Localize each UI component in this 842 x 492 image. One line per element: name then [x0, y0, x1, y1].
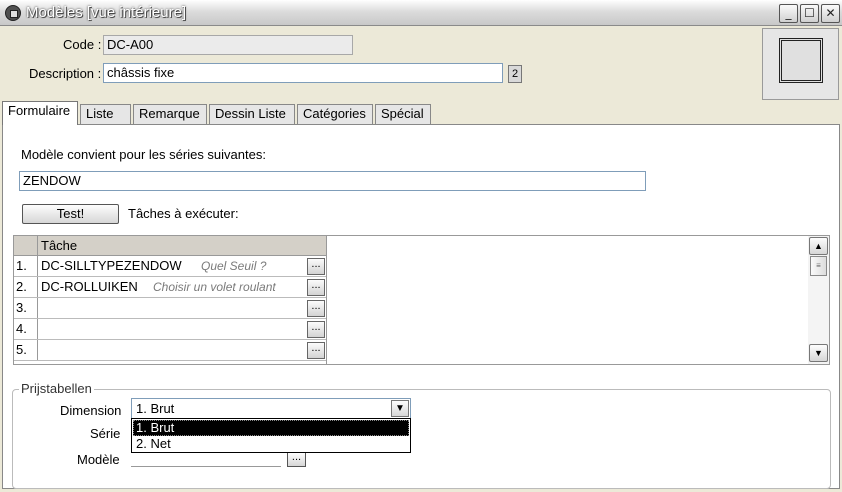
row-number: 1.: [14, 256, 38, 276]
task-code[interactable]: DC-ROLLUIKEN: [41, 279, 138, 294]
table-row[interactable]: 5. ...: [14, 340, 327, 361]
task-hint: Choisir un volet roulant: [153, 280, 276, 294]
row-lookup-button[interactable]: ...: [307, 258, 325, 275]
row-lookup-button[interactable]: ...: [307, 300, 325, 317]
tab-remarque[interactable]: Remarque: [133, 104, 207, 124]
tab-dessin-liste[interactable]: Dessin Liste: [209, 104, 295, 124]
modele-lookup-button[interactable]: ...: [287, 452, 306, 467]
table-row[interactable]: 4. ...: [14, 319, 327, 340]
chevron-down-icon[interactable]: ▼: [391, 400, 409, 417]
tab-formulaire[interactable]: Formulaire: [2, 101, 78, 125]
window-frame-drawing: [779, 38, 823, 83]
column-header-tache[interactable]: Tâche: [41, 238, 77, 253]
tab-liste[interactable]: Liste: [80, 104, 131, 124]
description-field[interactable]: châssis fixe: [103, 63, 503, 83]
row-number: 5.: [14, 340, 38, 360]
window-title: Modèles [vue intérieure]: [26, 4, 187, 21]
close-button[interactable]: ✕: [821, 4, 840, 23]
title-bar: Modèles [vue intérieure] _ ☐ ✕: [0, 0, 842, 26]
dimension-label: Dimension: [60, 403, 122, 418]
maximize-button[interactable]: ☐: [800, 4, 819, 23]
dimension-select-value: 1. Brut: [136, 401, 175, 416]
tasks-label: Tâches à exécuter:: [128, 206, 239, 221]
row-lookup-button[interactable]: ...: [307, 321, 325, 338]
row-lookup-button[interactable]: ...: [307, 342, 325, 359]
code-label: Code :: [63, 37, 102, 52]
grid-scrollbar[interactable]: ▲ ≡ ▼: [808, 236, 829, 364]
tab-categories[interactable]: Catégories: [297, 104, 373, 124]
scroll-thumb[interactable]: ≡: [810, 256, 827, 276]
pricing-legend: Prijstabellen: [19, 381, 94, 396]
modele-label: Modèle: [77, 452, 120, 467]
app-icon[interactable]: [5, 5, 21, 21]
table-row[interactable]: 3. ...: [14, 298, 327, 319]
series-field[interactable]: ZENDOW: [19, 171, 646, 191]
test-button[interactable]: Test!: [22, 204, 119, 224]
grid-header: Tâche: [14, 236, 327, 256]
serie-label: Série: [90, 426, 121, 441]
grid-corner: [14, 236, 38, 255]
table-row[interactable]: 2. DC-ROLLUIKEN Choisir un volet roulant…: [14, 277, 327, 298]
code-field[interactable]: DC-A00: [103, 35, 353, 55]
tab-special[interactable]: Spécial: [375, 104, 431, 124]
minimize-button[interactable]: _: [779, 4, 798, 23]
task-hint: Quel Seuil ?: [201, 259, 267, 273]
scroll-down-icon[interactable]: ▼: [809, 344, 828, 362]
series-label: Modèle convient pour les séries suivante…: [21, 147, 266, 162]
row-lookup-button[interactable]: ...: [307, 279, 325, 296]
tasks-grid: Tâche 1. DC-SILLTYPEZENDOW Quel Seuil ? …: [13, 235, 830, 365]
row-number: 4.: [14, 319, 38, 339]
dropdown-option-brut[interactable]: 1. Brut: [133, 420, 409, 436]
row-number: 2.: [14, 277, 38, 297]
task-code[interactable]: DC-SILLTYPEZENDOW: [41, 258, 182, 273]
dimension-select[interactable]: 1. Brut ▼: [131, 398, 411, 419]
dimension-dropdown-list: 1. Brut 2. Net: [131, 418, 411, 453]
scroll-up-icon[interactable]: ▲: [809, 237, 828, 255]
model-preview: [762, 28, 839, 100]
description-count-badge[interactable]: 2: [508, 65, 522, 83]
table-row[interactable]: 1. DC-SILLTYPEZENDOW Quel Seuil ? ...: [14, 256, 327, 277]
modele-field[interactable]: [131, 452, 281, 467]
row-number: 3.: [14, 298, 38, 318]
dropdown-option-net[interactable]: 2. Net: [133, 436, 409, 452]
description-label: Description :: [29, 66, 102, 81]
grid-column-edge: [326, 236, 327, 364]
